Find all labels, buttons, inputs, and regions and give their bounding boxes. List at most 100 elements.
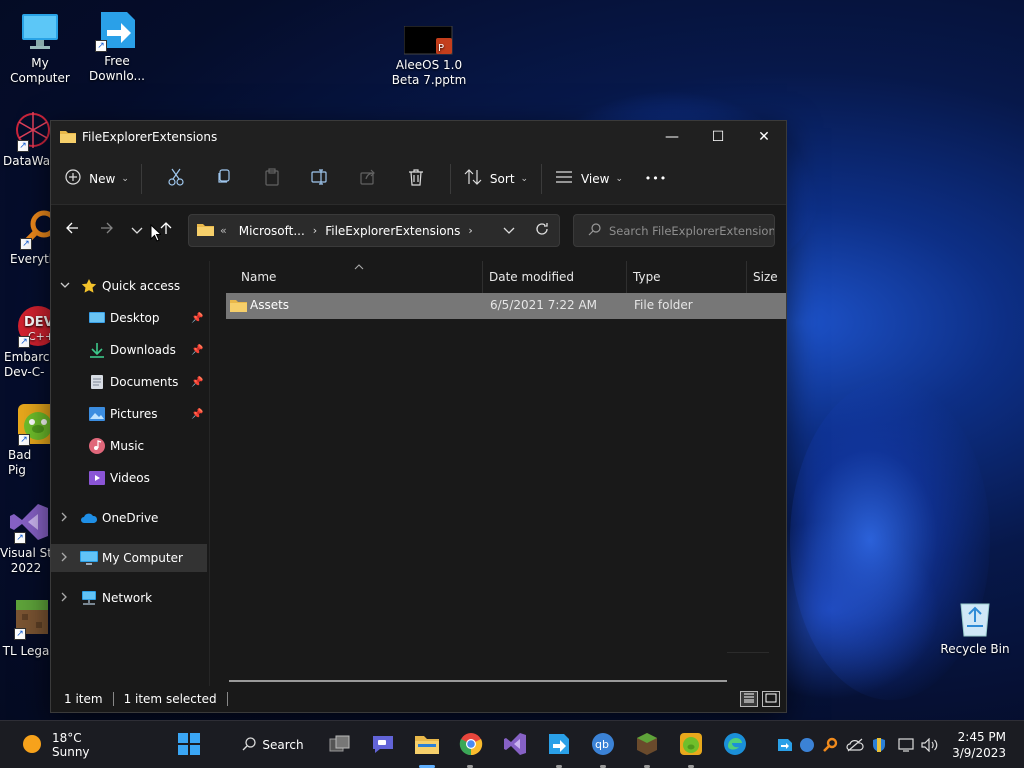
tray-free-download-manager-icon[interactable]	[775, 735, 795, 755]
taskbar-app-visual-studio[interactable]	[499, 729, 531, 761]
column-header-name[interactable]: Name	[241, 261, 276, 293]
task-view-icon	[329, 734, 351, 757]
sidebar-item-my-computer[interactable]: My Computer	[51, 544, 207, 572]
column-header-size[interactable]: Size	[753, 261, 778, 293]
tray-display-icon[interactable]	[896, 735, 916, 755]
rename-button[interactable]	[296, 163, 344, 195]
column-divider[interactable]	[482, 261, 483, 293]
maximize-button[interactable]: ☐	[695, 121, 741, 153]
chevron-right-icon	[61, 552, 68, 565]
details-view-button[interactable]	[740, 691, 758, 707]
visual-studio-icon: ↗	[8, 500, 52, 544]
shortcut-arrow-icon: ↗	[20, 238, 32, 250]
column-divider[interactable]	[626, 261, 627, 293]
music-icon	[89, 438, 105, 454]
taskbar-app-qbittorrent[interactable]: qb	[587, 729, 619, 761]
breadcrumb-item[interactable]: Microsoft...	[239, 224, 305, 238]
cut-button[interactable]	[152, 163, 200, 195]
toolbar-separator	[541, 163, 542, 194]
view-button[interactable]: View ⌄	[552, 163, 626, 195]
shortcut-arrow-icon: ↗	[17, 140, 29, 152]
weather-widget[interactable]: 18°C Sunny	[22, 731, 90, 759]
refresh-button[interactable]	[535, 222, 549, 239]
large-icons-view-button[interactable]	[762, 691, 780, 707]
new-label: New	[89, 171, 116, 186]
sidebar-item-documents[interactable]: Documents 📌	[51, 368, 207, 396]
taskbar-app-minecraft[interactable]	[631, 729, 663, 761]
sidebar-item-label: OneDrive	[102, 511, 159, 525]
taskbar-app-edge[interactable]	[719, 729, 751, 761]
sidebar-item-downloads[interactable]: Downloads 📌	[51, 336, 207, 364]
rename-icon	[311, 169, 329, 188]
breadcrumb-item[interactable]: FileExplorerExtensions	[325, 224, 460, 238]
back-button[interactable]	[59, 216, 85, 244]
desktop-icon-label: Embarca Dev-C-	[4, 350, 57, 379]
desktop-icon-free-download[interactable]: ↗ Free Downlo...	[77, 8, 157, 84]
sidebar-item-music[interactable]: Music	[51, 432, 207, 460]
sidebar-item-videos[interactable]: Videos	[51, 464, 207, 492]
taskbar-app-teams-chat[interactable]	[367, 729, 399, 761]
recycle-bin-icon	[953, 596, 997, 640]
taskbar-app-bad-piggies[interactable]	[675, 729, 707, 761]
desktop-icon-my-computer[interactable]: My Computer	[0, 10, 80, 86]
tray-security-icon[interactable]	[869, 735, 889, 755]
visual-studio-icon	[503, 732, 527, 759]
sidebar-item-quick-access[interactable]: Quick access	[51, 272, 207, 300]
chevron-right-icon: ›	[468, 224, 473, 237]
desktop-icon-visual-studio[interactable]: ↗ Visual St 2022	[0, 500, 52, 576]
sort-arrows-icon	[464, 169, 482, 188]
sort-button[interactable]: Sort ⌄	[461, 163, 531, 195]
address-bar[interactable]: « Microsoft... › FileExplorerExtensions …	[188, 214, 560, 247]
desktop-icon-devcpp[interactable]: DEV C++ ↗ Embarca Dev-C-	[0, 304, 58, 380]
file-row[interactable]: Assets 6/5/2021 7:22 AM File folder	[226, 293, 786, 319]
paste-button[interactable]	[248, 163, 296, 195]
delete-button[interactable]	[392, 163, 440, 195]
chevron-down-icon: ⌄	[121, 173, 129, 184]
desktop-icon-bad-piggies[interactable]: ↗ Bad Pig	[0, 402, 58, 478]
desktop-icon-recycle-bin[interactable]: Recycle Bin	[935, 596, 1015, 657]
sidebar-item-onedrive[interactable]: OneDrive	[51, 504, 207, 532]
start-button[interactable]	[173, 729, 205, 761]
chevron-down-icon: ⌄	[520, 173, 529, 184]
column-header-type[interactable]: Type	[633, 261, 661, 293]
sidebar-item-pictures[interactable]: Pictures 📌	[51, 400, 207, 428]
horizontal-scrollbar[interactable]	[229, 680, 727, 682]
volume-icon[interactable]	[920, 735, 940, 755]
desktop-icon-datawag[interactable]: ↗ DataWag	[0, 108, 58, 169]
tray-onedrive-icon[interactable]	[845, 735, 865, 755]
title-bar[interactable]: FileExplorerExtensions — ☐ ✕	[51, 121, 786, 153]
sidebar-item-desktop[interactable]: Desktop 📌	[51, 304, 207, 332]
minimize-button[interactable]: —	[649, 121, 695, 153]
address-history-dropdown[interactable]	[503, 224, 515, 238]
taskbar-app-chrome[interactable]	[455, 729, 487, 761]
taskbar-app-file-explorer[interactable]	[411, 729, 443, 761]
tray-qbittorrent-icon[interactable]	[797, 735, 817, 755]
column-header-date-modified[interactable]: Date modified	[489, 261, 574, 293]
new-button[interactable]: New ⌄	[63, 163, 131, 195]
desktop-icon-pptm[interactable]: P AleeOS 1.0 Beta 7.pptm	[389, 25, 469, 88]
shortcut-arrow-icon: ↗	[14, 628, 26, 640]
recent-locations-button[interactable]	[124, 216, 150, 244]
system-clock[interactable]: 2:45 PM 3/9/2023	[952, 729, 1006, 761]
clock-time: 2:45 PM	[957, 730, 1006, 744]
share-button[interactable]	[344, 163, 392, 195]
more-options-button[interactable]: •••	[634, 163, 678, 195]
forward-button[interactable]	[94, 216, 120, 244]
desktop-icon-label: Everyth	[10, 252, 57, 266]
search-box[interactable]	[573, 214, 775, 247]
sort-ascending-icon	[354, 262, 364, 273]
column-divider[interactable]	[746, 261, 747, 293]
sidebar-item-network[interactable]: Network	[51, 584, 207, 612]
desktop-icon-tl-legacy[interactable]: ↗ TL Lega	[0, 596, 52, 659]
breadcrumb-overflow[interactable]: «	[220, 224, 227, 237]
sidebar-item-label: Documents	[110, 375, 179, 389]
file-explorer-window[interactable]: FileExplorerExtensions — ☐ ✕ New ⌄ Sort …	[50, 120, 787, 713]
search-input[interactable]	[609, 223, 774, 238]
desktop-icon-everything[interactable]: ↗ Everyth	[0, 206, 58, 267]
copy-button[interactable]	[200, 163, 248, 195]
tray-everything-icon[interactable]	[820, 735, 840, 755]
taskbar-search-button[interactable]: Search	[226, 729, 320, 761]
task-view-button[interactable]	[324, 729, 356, 761]
close-button[interactable]: ✕	[741, 121, 787, 153]
taskbar-app-free-download-manager[interactable]	[543, 729, 575, 761]
